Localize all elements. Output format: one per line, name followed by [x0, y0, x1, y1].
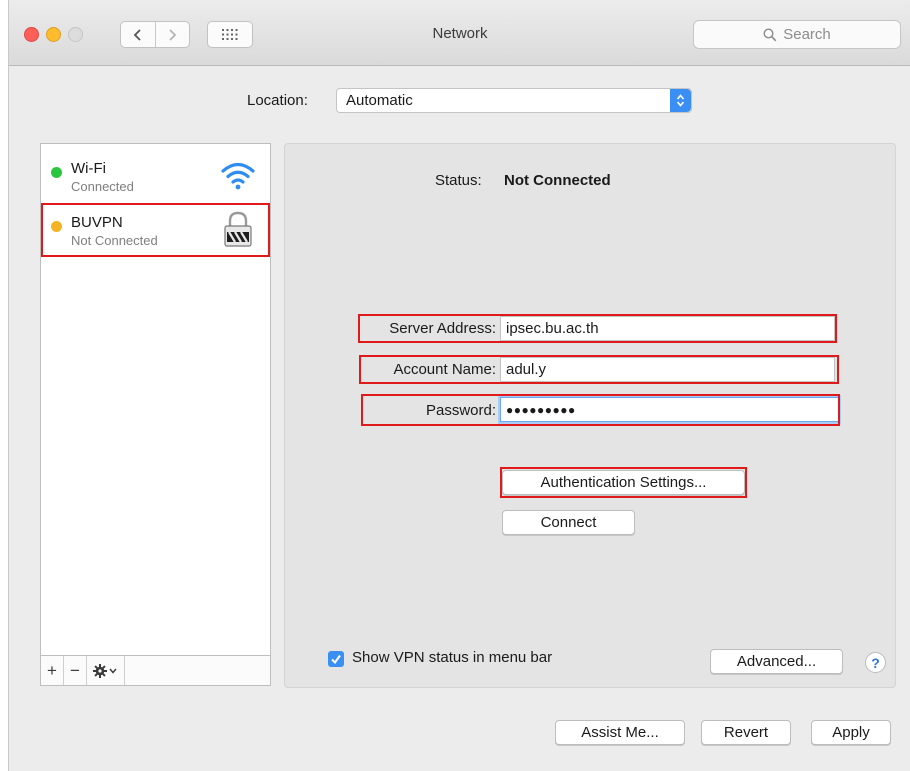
highlight-box-buvpn	[41, 203, 270, 257]
gear-icon	[92, 663, 117, 678]
revert-button[interactable]: Revert	[701, 720, 791, 745]
show-vpn-status-label: Show VPN status in menu bar	[352, 649, 553, 666]
status-dot-connected	[51, 167, 62, 178]
status-value: Not Connected	[504, 172, 611, 189]
apply-button[interactable]: Apply	[811, 720, 891, 745]
highlight-box-password	[361, 394, 840, 426]
wifi-icon	[221, 162, 255, 190]
service-item-wifi[interactable]: Wi-Fi Connected	[41, 148, 270, 202]
checkmark-icon	[331, 654, 341, 665]
action-menu-button[interactable]	[87, 656, 125, 685]
help-button[interactable]: ?	[865, 652, 886, 673]
add-service-button[interactable]: +	[41, 656, 64, 685]
search-placeholder: Search	[783, 26, 831, 43]
service-name: Wi-Fi	[71, 160, 106, 177]
highlight-box-auth	[500, 467, 747, 498]
connect-button[interactable]: Connect	[502, 510, 635, 535]
remove-service-button[interactable]: −	[64, 656, 87, 685]
status-label: Status:	[435, 172, 482, 189]
assist-me-button[interactable]: Assist Me...	[555, 720, 685, 745]
highlight-box-server	[358, 314, 837, 343]
title-bar: Network Search	[9, 0, 910, 66]
service-status: Connected	[71, 179, 134, 194]
location-label: Location:	[247, 92, 308, 109]
highlight-box-account	[359, 355, 839, 384]
location-select[interactable]: Automatic	[336, 88, 692, 113]
network-preferences-window: Network Search Location: Automatic Wi-Fi…	[8, 0, 910, 771]
search-icon	[763, 27, 777, 41]
updown-arrows-icon	[670, 89, 691, 112]
location-value: Automatic	[346, 92, 413, 109]
service-list-toolbar: + −	[40, 656, 271, 686]
advanced-button[interactable]: Advanced...	[710, 649, 843, 674]
show-vpn-status-checkbox[interactable]	[328, 651, 344, 667]
search-field[interactable]: Search	[693, 20, 901, 49]
